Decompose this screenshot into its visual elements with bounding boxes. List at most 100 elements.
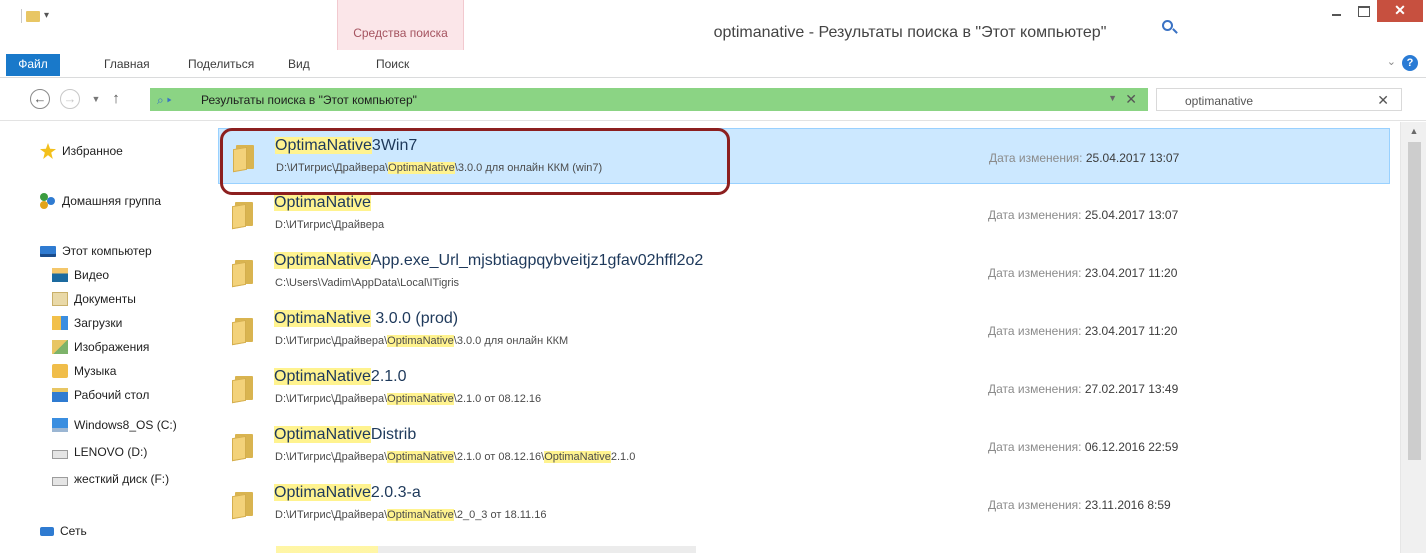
result-row[interactable]: OptimaNative2.1.0 D:\ИТигрис\Драйвера\Opt…: [218, 360, 1390, 416]
vertical-scrollbar[interactable]: ▲: [1400, 122, 1426, 553]
result-date: Дата изменения: 23.11.2016 8:59: [988, 498, 1171, 512]
videos-folder-icon: [52, 268, 68, 282]
recent-locations-chevron-icon[interactable]: ▼: [86, 89, 106, 109]
date-modified-label: Дата изменения:: [988, 498, 1082, 512]
nav-item-homegroup[interactable]: Домашняя группа: [40, 190, 161, 212]
search-box[interactable]: optimanative ✕: [1156, 88, 1402, 111]
search-match-highlight: OptimaNative: [274, 426, 371, 443]
tab-search[interactable]: Поиск: [376, 57, 409, 71]
breadcrumb[interactable]: Результаты поиска в "Этот компьютер": [201, 93, 417, 107]
date-modified-label: Дата изменения:: [988, 266, 1082, 280]
close-button[interactable]: ✕: [1377, 0, 1423, 22]
search-match-highlight: OptimaNative: [387, 393, 454, 405]
minimize-button[interactable]: [1323, 0, 1350, 22]
nav-item-label: Видео: [74, 268, 110, 282]
clear-search-button[interactable]: ✕: [1377, 92, 1389, 109]
address-history-chevron-icon[interactable]: ▼: [1108, 93, 1117, 103]
result-name: OptimaNative: [274, 194, 371, 212]
nav-item-label: Домашняя группа: [62, 194, 162, 208]
up-button[interactable]: ↑: [106, 89, 126, 109]
result-path-segment: D:\ИТигрис\Драйвера\: [275, 509, 388, 521]
nav-item-label: Windows8_OS (C:): [74, 418, 177, 432]
search-match-highlight: OptimaNative: [387, 509, 454, 521]
result-path-segment: \3.0.0 для онлайн ККМ (win7): [454, 162, 603, 174]
nav-item-pictures[interactable]: Изображения: [52, 336, 149, 358]
result-date: Дата изменения: 27.02.2017 13:49: [988, 382, 1178, 396]
pictures-folder-icon: [52, 340, 68, 354]
forward-button[interactable]: →: [60, 89, 80, 109]
nav-item-label: Этот компьютер: [62, 244, 152, 258]
toolbar-divider: [21, 9, 22, 23]
nav-item-this-pc[interactable]: Этот компьютер: [40, 240, 152, 262]
result-row[interactable]: OptimaNativeApp.exe_Url_mjsbtiagpqybveit…: [218, 244, 1390, 300]
search-input[interactable]: optimanative: [1185, 94, 1253, 108]
computer-icon: [40, 245, 56, 257]
desktop-folder-icon: [52, 388, 68, 402]
partial-row-text: [276, 546, 696, 553]
result-date: Дата изменения: 25.04.2017 13:07: [988, 208, 1178, 222]
nav-item-videos[interactable]: Видео: [52, 264, 109, 286]
search-results-list: OptimaNative3Win7 D:\ИТигрис\Драйвера\Opt…: [208, 122, 1398, 553]
scrollbar-thumb[interactable]: [1408, 142, 1421, 460]
nav-item-drive-f[interactable]: жесткий диск (F:): [52, 468, 169, 490]
result-name: OptimaNativeDistrib: [274, 426, 416, 444]
tab-view[interactable]: Вид: [288, 57, 310, 71]
properties-icon[interactable]: [26, 10, 40, 22]
result-row[interactable]: OptimaNativeDistrib D:\ИТигрис\Драйвера\O…: [218, 418, 1390, 474]
music-folder-icon: [52, 364, 68, 378]
tab-file[interactable]: Файл: [6, 54, 60, 76]
tab-home[interactable]: Главная: [104, 57, 150, 71]
nav-item-label: Изображения: [74, 340, 150, 354]
customize-toolbar-chevron-icon[interactable]: ▾: [44, 9, 54, 23]
nav-item-network[interactable]: Сеть: [40, 520, 87, 542]
folder-icon: [232, 490, 262, 520]
address-bar[interactable]: ⌕ ▸ Результаты поиска в "Этот компьютер"…: [150, 88, 1148, 111]
nav-item-label: Рабочий стол: [74, 388, 150, 402]
date-modified-value: 23.04.2017 11:20: [1084, 266, 1178, 280]
result-row[interactable]: OptimaNative D:\ИТигрис\Драйвера Дата изме…: [218, 186, 1390, 242]
result-row[interactable]: OptimaNative3Win7 D:\ИТигрис\Драйвера\Opt…: [218, 128, 1390, 184]
search-match-highlight: OptimaNative: [274, 252, 371, 269]
folder-icon: [232, 200, 262, 230]
nav-item-favorites[interactable]: Избранное: [40, 140, 123, 162]
result-path: D:\ИТигрис\Драйвера\OptimaNative\2_0_3 о…: [275, 509, 546, 521]
nav-item-label: Избранное: [62, 144, 123, 158]
nav-item-label: Документы: [74, 292, 136, 306]
nav-item-label: Загрузки: [74, 316, 123, 330]
stop-search-button[interactable]: ✕: [1125, 91, 1137, 108]
homegroup-icon: [40, 193, 48, 201]
search-tools-context-tab: Средства поиска: [337, 0, 464, 50]
drive-icon: [52, 476, 68, 486]
tab-share[interactable]: Поделиться: [188, 57, 254, 71]
date-modified-label: Дата изменения:: [988, 440, 1082, 454]
nav-item-music[interactable]: Музыка: [52, 360, 116, 382]
nav-item-documents[interactable]: Документы: [52, 288, 136, 310]
nav-item-desktop[interactable]: Рабочий стол: [52, 384, 149, 406]
documents-folder-icon: [52, 292, 68, 306]
result-path: D:\ИТигрис\Драйвера\OptimaNative\3.0.0 д…: [275, 335, 568, 347]
result-path-segment: \3.0.0 для онлайн ККМ: [453, 335, 569, 347]
date-modified-value: 27.02.2017 13:49: [1084, 382, 1179, 396]
scroll-up-arrow-icon[interactable]: ▲: [1401, 126, 1426, 136]
result-row[interactable]: OptimaNative 2.0.3-a D:\ИТигрис\Драйвера\O…: [218, 476, 1390, 532]
result-date: Дата изменения: 23.04.2017 11:20: [988, 266, 1177, 280]
result-path-segment: \2.1.0 от 08.12.16\: [453, 451, 545, 463]
quick-access-toolbar: ▾: [6, 6, 1173, 31]
nav-item-drive-d[interactable]: LENOVO (D:): [52, 441, 147, 463]
result-row[interactable]: OptimaNative 3.0.0 (prod) D:\ИТигрис\Драй…: [218, 302, 1390, 358]
expand-ribbon-chevron-icon[interactable]: ⌄: [1387, 55, 1396, 68]
result-name-rest: 2.0.3-a: [370, 484, 421, 501]
result-path: C:\Users\Vadim\AppData\Local\ITigris: [275, 277, 459, 289]
result-path-segment: D:\ИТигрис\Драйвера: [275, 219, 385, 231]
help-icon[interactable]: ?: [1402, 55, 1418, 71]
maximize-button[interactable]: [1350, 0, 1377, 22]
star-icon: [40, 143, 56, 159]
result-name-rest: 3.0.0 (prod): [370, 310, 459, 327]
search-match-highlight: OptimaNative: [274, 368, 371, 385]
nav-item-drive-c[interactable]: Windows8_OS (C:): [52, 414, 177, 436]
window-controls: ✕: [1323, 0, 1423, 24]
nav-item-downloads[interactable]: Загрузки: [52, 312, 122, 334]
result-path: D:\ИТигрис\Драйвера\OptimaNative\2.1.0 о…: [275, 393, 541, 405]
back-button[interactable]: ←: [30, 89, 50, 109]
search-match-highlight: OptimaNative: [274, 310, 371, 327]
